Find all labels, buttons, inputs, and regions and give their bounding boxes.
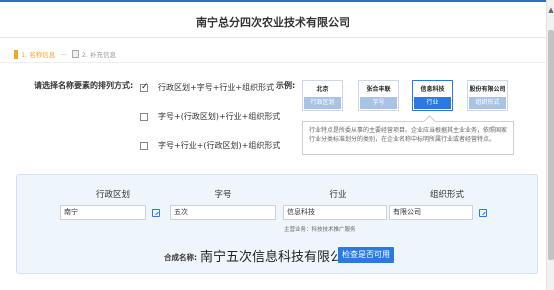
order-label: 请选择名称要素的排列方式:: [34, 81, 134, 90]
example-box-industry: 信息科技 行业: [412, 80, 453, 111]
scroll-thumb[interactable]: [548, 30, 554, 260]
order-option-label: 字号+(行政区划)+行业+组织形式: [158, 112, 281, 121]
checkbox-checked[interactable]: [140, 82, 149, 92]
header-region: 行政区划: [95, 190, 130, 200]
example-caption: 组织形式: [469, 97, 506, 109]
edit-icon: [151, 208, 160, 217]
step-separator: —: [60, 50, 67, 58]
org-form-input[interactable]: 有限公司: [389, 205, 473, 220]
example-label: 示例:: [276, 81, 296, 90]
example-box-brand: 张合丰联 字号: [358, 80, 399, 111]
order-option-1[interactable]: 行政区划+字号+行业+组织形式: [140, 82, 274, 93]
step-indicator: 1. 名称信息 — 2. 补充信息: [14, 48, 116, 60]
region-edit-button[interactable]: [149, 205, 162, 220]
edit-icon: [478, 208, 487, 217]
result-label: 合成名称:: [164, 253, 197, 262]
example-box-org-form: 股份有限公司 组织形式: [467, 80, 508, 111]
brand-input[interactable]: 五次: [170, 205, 276, 220]
example-box-region: 北京 行政区划: [302, 80, 343, 111]
example-text: 张合丰联: [366, 86, 391, 93]
order-option-label: 字号+行业+(行政区划)+组织形式: [158, 141, 281, 150]
page-title: 南宁总分四次农业技术有限公司: [196, 16, 350, 29]
step-name-info[interactable]: 1. 名称信息: [21, 49, 55, 59]
industry-tooltip: 行业特点是所委从事的主要经营项目。企业应当根据其主业业务，依照国家行业分类标准划…: [302, 121, 514, 155]
title-bar: 南宁总分四次农业技术有限公司: [0, 2, 546, 38]
step-extra-info[interactable]: 2. 补充信息: [82, 49, 116, 59]
example-caption: 字号: [360, 97, 397, 109]
industry-input[interactable]: 信息科技: [283, 205, 387, 220]
example-text: 股份有限公司: [469, 86, 506, 93]
composed-name: 南宁五次信息科技有限公司: [200, 250, 357, 265]
vertical-scrollbar[interactable]: ▲: [546, 0, 554, 290]
order-option-label: 行政区划+字号+行业+组织形式: [158, 83, 275, 92]
divider: [0, 62, 546, 63]
checkbox[interactable]: [140, 112, 148, 121]
example-text: 北京: [316, 86, 329, 93]
checkbox[interactable]: [140, 141, 148, 150]
example-text: 信息科技: [420, 86, 445, 93]
order-option-2[interactable]: 字号+(行政区划)+行业+组织形式: [140, 111, 280, 122]
example-caption: 行政区划: [304, 97, 341, 109]
org-form-edit-button[interactable]: [476, 205, 489, 220]
header-org-form: 组织形式: [429, 190, 464, 200]
step-active-icon: [14, 49, 18, 59]
header-brand: 字号: [214, 190, 232, 200]
example-caption: 行业: [414, 97, 451, 109]
document-icon: [71, 50, 79, 58]
order-option-3[interactable]: 字号+行业+(行政区划)+组织形式: [140, 140, 280, 151]
check-availability-button[interactable]: 检查是否可用: [338, 247, 394, 263]
region-input[interactable]: 南宁: [60, 205, 146, 220]
scroll-up-icon[interactable]: ▲: [547, 6, 554, 14]
header-industry: 行业: [329, 190, 347, 200]
industry-note: 主营业务：科技技术推广服务: [284, 227, 356, 233]
